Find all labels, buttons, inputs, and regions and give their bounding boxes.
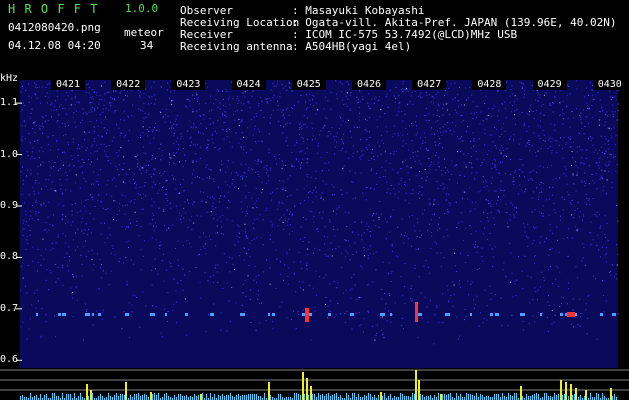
- detection-bar: [310, 386, 312, 400]
- echo-mark: [92, 313, 94, 316]
- detection-bar: [200, 394, 202, 400]
- detection-bar: [440, 394, 442, 400]
- detection-bar: [570, 384, 572, 400]
- axis-unit-label: kHz: [0, 73, 19, 84]
- app-version: 1.0.0: [125, 2, 159, 15]
- echo-mark: [36, 313, 38, 316]
- time-tick-label: 0425: [291, 79, 326, 90]
- time-tick-label: 0423: [171, 79, 206, 90]
- echo-mark: [540, 313, 542, 316]
- y-tick-label: 1.0: [0, 148, 19, 160]
- detection-bar: [585, 390, 587, 400]
- echo-mark: [240, 313, 245, 316]
- detection-bar: [575, 388, 577, 400]
- echo-mark: [268, 313, 270, 316]
- time-tick-label: 0429: [532, 79, 567, 90]
- detection-bar: [610, 388, 612, 400]
- echo-mark: [185, 313, 188, 316]
- detection-bar: [268, 382, 270, 400]
- detection-bar: [415, 370, 417, 400]
- echo-mark: [560, 313, 563, 316]
- detection-bar: [520, 386, 522, 400]
- y-tick-label: 0.7: [0, 302, 19, 314]
- detection-bar: [125, 382, 127, 400]
- echo-mark: [310, 313, 312, 316]
- time-tick-label: 0430: [592, 79, 627, 90]
- y-tick-label: 0.6: [0, 354, 19, 366]
- detection-bar: [306, 378, 308, 400]
- echo-mark: [575, 313, 577, 316]
- echo-mark: [600, 313, 603, 316]
- echo-mark: [445, 313, 450, 316]
- time-tick-label: 0424: [231, 79, 266, 90]
- echo-mark: [490, 313, 493, 316]
- echo-mark: [98, 313, 101, 316]
- meteor-count: 34: [140, 39, 154, 52]
- echo-mark: [418, 313, 422, 316]
- echo-mark: [380, 313, 385, 316]
- app-name: H R O F F T: [8, 2, 99, 16]
- detection-bar: [418, 380, 420, 400]
- echo-mark: [210, 313, 214, 316]
- meteor-echo: [305, 308, 309, 322]
- info-label-antenna: Receiving antenna: [180, 40, 293, 53]
- detection-bar: [90, 390, 92, 400]
- echo-mark: [62, 313, 66, 316]
- y-tick-label: 0.8: [0, 251, 19, 263]
- time-tick-label: 0421: [51, 79, 85, 90]
- detection-bar: [86, 384, 88, 400]
- detection-bar: [565, 382, 567, 400]
- time-tick-label: 0428: [472, 79, 507, 90]
- detection-bar: [560, 380, 562, 400]
- time-tick-label: 0426: [352, 79, 386, 90]
- datetime: 04.12.08 04:20: [8, 39, 101, 52]
- filename: 0412080420.png: [8, 21, 101, 34]
- echo-mark: [150, 313, 155, 316]
- echo-mark: [272, 313, 275, 316]
- time-tick-label: 0427: [412, 79, 447, 90]
- hrofft-window: H R O F F T 1.0.0 0412080420.png meteor …: [0, 0, 629, 400]
- y-tick-label: 1.1: [0, 97, 19, 109]
- meteor-echo: [415, 302, 418, 322]
- detection-bars: [20, 370, 617, 400]
- spectrogram-canvas: [0, 80, 629, 400]
- detection-bar: [302, 372, 304, 400]
- echo-mark: [125, 313, 129, 316]
- info-value-antenna: : A504HB(yagi 4el): [292, 40, 412, 53]
- meteor-echo: [567, 312, 575, 317]
- echo-mark: [58, 313, 61, 316]
- echo-mark: [612, 313, 616, 316]
- echo-mark: [328, 313, 331, 316]
- echo-mark: [165, 313, 167, 316]
- echo-mark: [390, 313, 392, 316]
- echo-mark: [85, 313, 90, 316]
- detection-bar: [380, 392, 382, 400]
- echo-mark: [520, 313, 525, 316]
- echo-mark: [495, 313, 499, 316]
- time-tick-label: 0422: [111, 79, 146, 90]
- y-tick-label: 0.9: [0, 200, 19, 211]
- echo-mark: [350, 313, 354, 316]
- echo-mark: [470, 313, 472, 316]
- detection-bar: [150, 392, 152, 400]
- meteor-label: meteor: [124, 26, 164, 39]
